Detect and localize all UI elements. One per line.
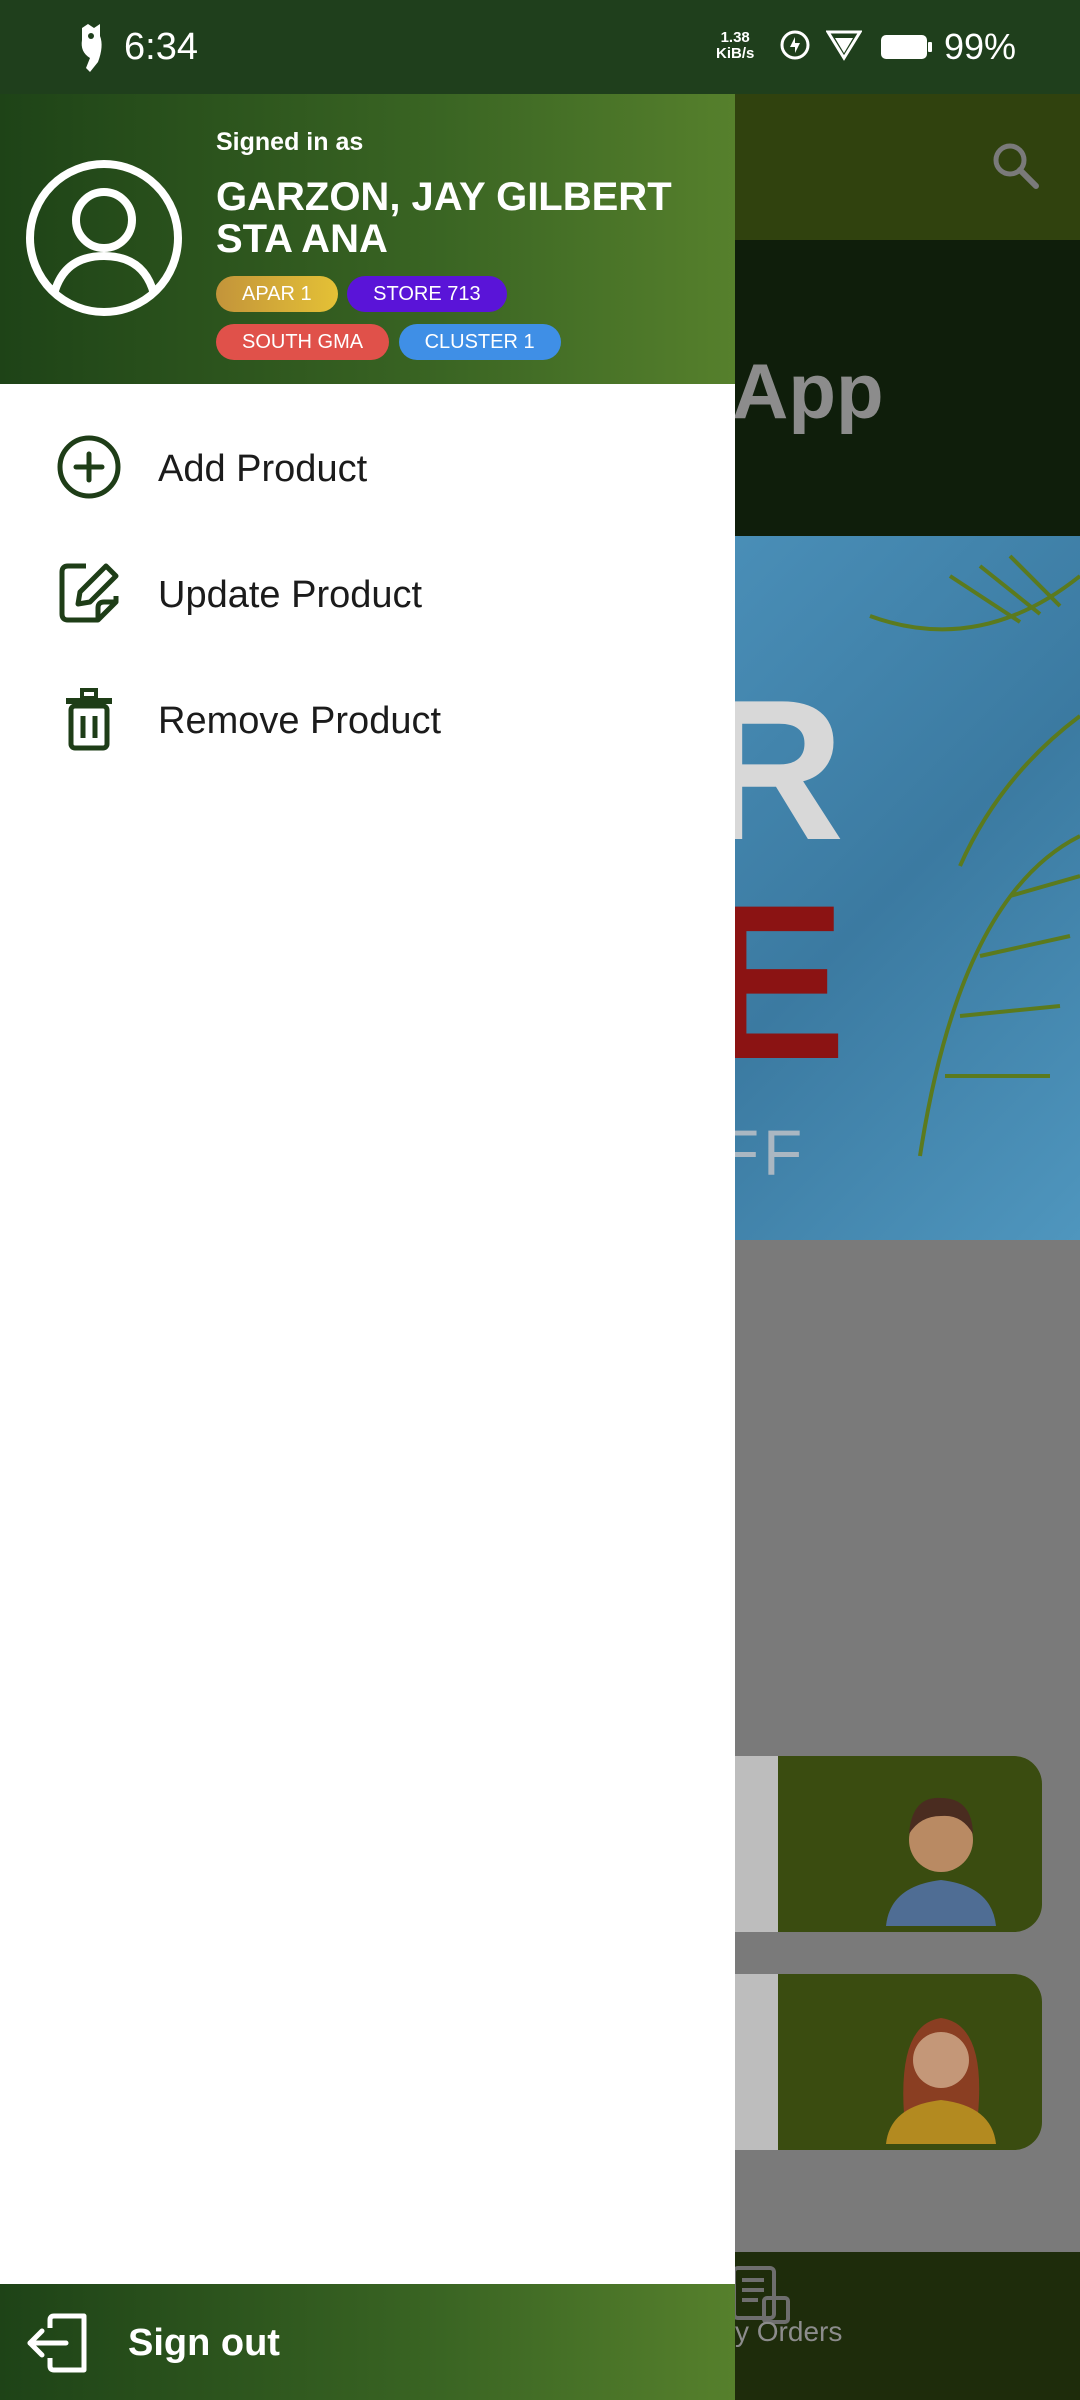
bg-card [700, 1756, 1042, 1932]
chip-apar: APAR 1 [216, 276, 338, 312]
menu-item-update-product[interactable]: Update Product [0, 530, 735, 656]
navigation-drawer: Signed in as GARZON, JAY GILBERT STA ANA… [0, 94, 735, 2400]
signed-in-label: Signed in as [216, 128, 364, 156]
palm-leaf-decoration [869, 554, 1080, 1157]
menu-item-label: Add Product [158, 448, 368, 490]
network-speed-value: 1.38 [720, 29, 750, 46]
chip-cluster: CLUSTER 1 [398, 324, 561, 360]
network-speed-unit: KiB/s [716, 45, 755, 62]
menu-item-remove-product[interactable]: Remove Product [0, 656, 735, 782]
chip-region: SOUTH GMA [216, 324, 390, 360]
status-bar: 6:34 1.38 KiB/s 99% [0, 0, 1080, 94]
wifi-icon [826, 30, 862, 61]
drawer-header: Signed in as GARZON, JAY GILBERT STA ANA… [0, 94, 735, 384]
sign-out-button[interactable]: Sign out [0, 2284, 735, 2400]
battery-icon [881, 35, 932, 59]
sign-out-label: Sign out [128, 2322, 280, 2364]
add-circle-icon [57, 435, 121, 499]
menu-item-label: Remove Product [158, 700, 442, 742]
menu-item-add-product[interactable]: Add Product [0, 404, 735, 530]
trash-icon [66, 688, 112, 751]
user-name: GARZON, JAY GILBERT STA ANA [216, 175, 672, 261]
owl-app-icon [81, 24, 102, 72]
menu-item-label: Update Product [158, 574, 423, 616]
user-tags: APAR 1 STORE 713 SOUTH GMA CLUSTER 1 [216, 276, 716, 372]
chip-store: STORE 713 [347, 276, 507, 312]
status-time: 6:34 [124, 26, 198, 68]
data-saver-icon [780, 30, 810, 60]
battery-percent: 99% [944, 26, 1017, 67]
sign-out-icon [27, 2313, 87, 2373]
bg-orders-label: y Orders [735, 2316, 843, 2347]
network-speed: 1.38 KiB/s [716, 30, 754, 62]
drawer-menu: Add Product Update Product Remove Produc… [0, 404, 735, 782]
female-avatar-icon [886, 2018, 996, 2144]
bg-hero-title: App [732, 347, 884, 435]
bg-card [700, 1974, 1042, 2150]
edit-icon [59, 563, 119, 623]
search-icon[interactable] [990, 140, 1042, 192]
user-avatar-icon [26, 160, 182, 316]
male-avatar-icon [886, 1797, 996, 1926]
